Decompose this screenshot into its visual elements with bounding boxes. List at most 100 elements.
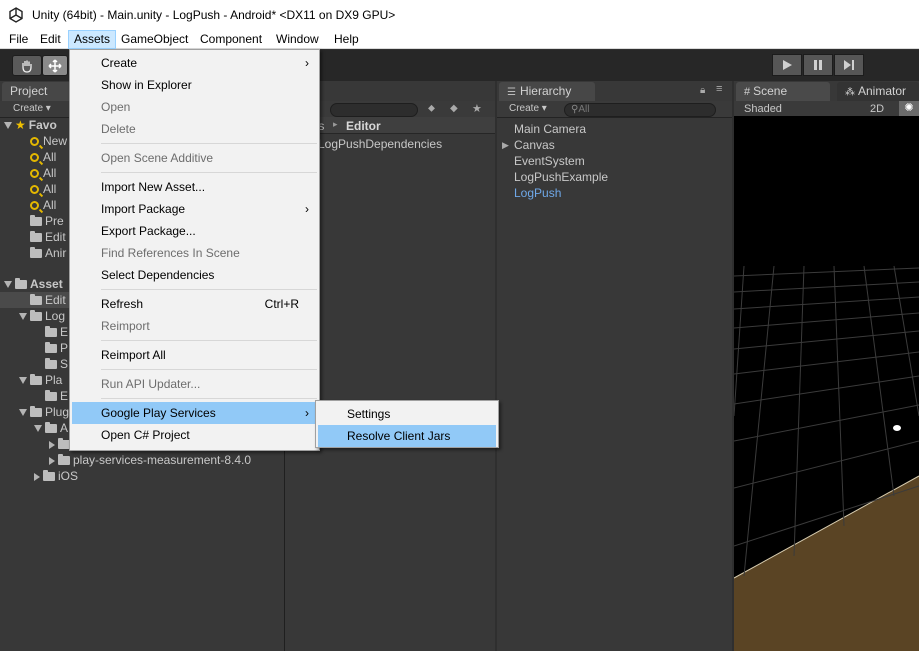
tree-item[interactable]: iOS <box>0 468 284 484</box>
assets-menu-item[interactable]: Refresh Ctrl+R <box>72 293 317 315</box>
move-tool-button[interactable] <box>42 55 68 76</box>
menu-window[interactable]: Window <box>271 30 324 49</box>
tree-item-label: Anir <box>45 246 67 260</box>
menu-item-label: Show in Explorer <box>101 78 192 92</box>
foldout-open-icon[interactable] <box>4 122 12 130</box>
hierarchy-search-placeholder: All <box>578 104 590 115</box>
menu-gameobject[interactable]: GameObject <box>116 30 193 49</box>
shading-mode-dropdown[interactable]: Shaded <box>744 103 782 115</box>
assets-menu-item[interactable]: Google Play Services › <box>72 402 317 424</box>
tab-scene[interactable]: # Scene <box>736 82 830 101</box>
hierarchy-item[interactable]: LogPushExample <box>514 170 608 184</box>
scene-view[interactable] <box>734 116 919 651</box>
folder-icon <box>30 231 42 243</box>
submenu-arrow-icon: › <box>305 56 309 70</box>
play-button[interactable] <box>772 54 802 76</box>
tree-item-label: S <box>60 357 69 371</box>
menu-assets[interactable]: Assets <box>68 30 117 49</box>
tab-animator[interactable]: ⁂ Animator <box>837 82 919 101</box>
2d-toggle[interactable]: 2D <box>870 103 884 115</box>
menu-file[interactable]: File <box>4 30 33 49</box>
foldout-open-icon[interactable] <box>4 281 12 289</box>
step-icon <box>844 60 854 70</box>
menu-item-label: Settings <box>347 407 391 421</box>
breadcrumb-current[interactable]: Editor <box>346 119 381 133</box>
breadcrumb-separator-icon: ▸ <box>333 119 338 129</box>
hierarchy-item[interactable]: EventSystem <box>514 154 585 168</box>
saved-search-icon <box>30 169 39 179</box>
filter-by-type-icon[interactable]: ⬥ <box>428 103 435 114</box>
saved-search-icon <box>30 201 39 211</box>
hierarchy-item[interactable]: ▶ Canvas <box>502 138 555 152</box>
foldout-closed-icon[interactable] <box>49 440 55 449</box>
folder-icon <box>43 470 55 482</box>
assets-menu-item[interactable]: Import New Asset... <box>72 176 317 198</box>
move-icon <box>48 58 62 73</box>
assets-menu-item[interactable]: Find References In Scene <box>72 242 317 264</box>
assets-menu-item[interactable]: Open C# Project <box>72 424 317 446</box>
assets-menu-item[interactable]: Reimport <box>72 315 317 337</box>
foldout-closed-icon[interactable]: ▶ <box>502 140 509 151</box>
assets-menu-item[interactable]: Export Package... <box>72 220 317 242</box>
hierarchy-create-dropdown[interactable]: Create ▾ <box>509 103 547 114</box>
foldout-open-icon[interactable] <box>34 425 42 433</box>
hierarchy-item[interactable]: LogPush <box>514 186 561 200</box>
foldout-open-icon[interactable] <box>19 377 27 385</box>
assets-menu: Create › Show in Explorer Open Delete Open Sc… <box>69 49 320 451</box>
gps-submenu-item[interactable]: Resolve Client Jars <box>318 425 496 447</box>
menu-separator <box>101 398 317 399</box>
assets-menu-item[interactable]: Import Package › <box>72 198 317 220</box>
scene-grid-icon: # <box>744 86 751 98</box>
assets-menu-item[interactable]: Open <box>72 96 317 118</box>
project-search-input[interactable] <box>330 103 418 117</box>
assets-menu-item[interactable]: Run API Updater... <box>72 373 317 395</box>
assets-menu-item[interactable]: Show in Explorer <box>72 74 317 96</box>
filter-by-label-icon[interactable]: ◆ <box>450 103 458 114</box>
menu-component[interactable]: Component <box>195 30 267 49</box>
panel-menu-icon[interactable]: ≡ <box>716 83 722 95</box>
star-icon: ★ <box>15 118 26 132</box>
folder-icon <box>45 422 57 434</box>
hierarchy-toolbar: Create ▾ ⚲All <box>497 101 732 118</box>
pause-button[interactable] <box>803 54 833 76</box>
hierarchy-item[interactable]: Main Camera <box>514 122 586 136</box>
foldout-closed-icon[interactable] <box>49 456 55 465</box>
window-title: Unity (64bit) - Main.unity - LogPush - A… <box>32 8 396 22</box>
menu-separator <box>101 369 317 370</box>
assets-menu-item[interactable]: Open Scene Additive <box>72 147 317 169</box>
title-bar: Unity (64bit) - Main.unity - LogPush - A… <box>0 0 919 30</box>
tree-item-label: Edit <box>45 293 66 307</box>
folder-icon <box>30 215 42 227</box>
foldout-open-icon[interactable] <box>19 313 27 321</box>
tree-item[interactable]: play-services-measurement-8.4.0 <box>0 452 284 468</box>
foldout-closed-icon[interactable] <box>34 472 40 481</box>
folder-icon <box>45 358 57 370</box>
hand-tool-button[interactable] <box>12 55 42 76</box>
folder-icon <box>45 390 57 402</box>
foldout-open-icon[interactable] <box>19 409 27 417</box>
project-create-dropdown[interactable]: Create ▾ <box>13 103 51 114</box>
assets-menu-item[interactable]: Select Dependencies <box>72 264 317 286</box>
tab-hierarchy[interactable]: ☰ Hierarchy <box>499 82 595 101</box>
unity-logo-icon <box>9 7 23 23</box>
asset-file-item[interactable]: LogPushDependencies <box>318 137 442 151</box>
menu-help[interactable]: Help <box>329 30 364 49</box>
hierarchy-list-icon: ☰ <box>507 87 516 98</box>
pause-icon <box>814 60 822 70</box>
step-button[interactable] <box>834 54 864 76</box>
project-create-label: Create <box>13 103 44 114</box>
hierarchy-search-input[interactable]: ⚲All <box>564 103 716 117</box>
menu-separator <box>101 289 317 290</box>
assets-menu-item[interactable]: Reimport All <box>72 344 317 366</box>
tree-item-label: A <box>60 421 69 435</box>
tree-item-label: All <box>43 198 57 212</box>
assets-menu-item[interactable]: Create › <box>72 52 317 74</box>
hierarchy-item-label: LogPushExample <box>514 170 609 184</box>
favorite-star-icon[interactable]: ★ <box>472 102 482 115</box>
tree-item-label: play-services-measurement-8.4.0 <box>73 453 252 467</box>
menu-edit[interactable]: Edit <box>35 30 66 49</box>
gps-submenu-item[interactable]: Settings <box>318 403 496 425</box>
menu-separator <box>101 172 317 173</box>
assets-menu-item[interactable]: Delete <box>72 118 317 140</box>
lock-icon[interactable]: 🔒︎ <box>700 85 705 96</box>
